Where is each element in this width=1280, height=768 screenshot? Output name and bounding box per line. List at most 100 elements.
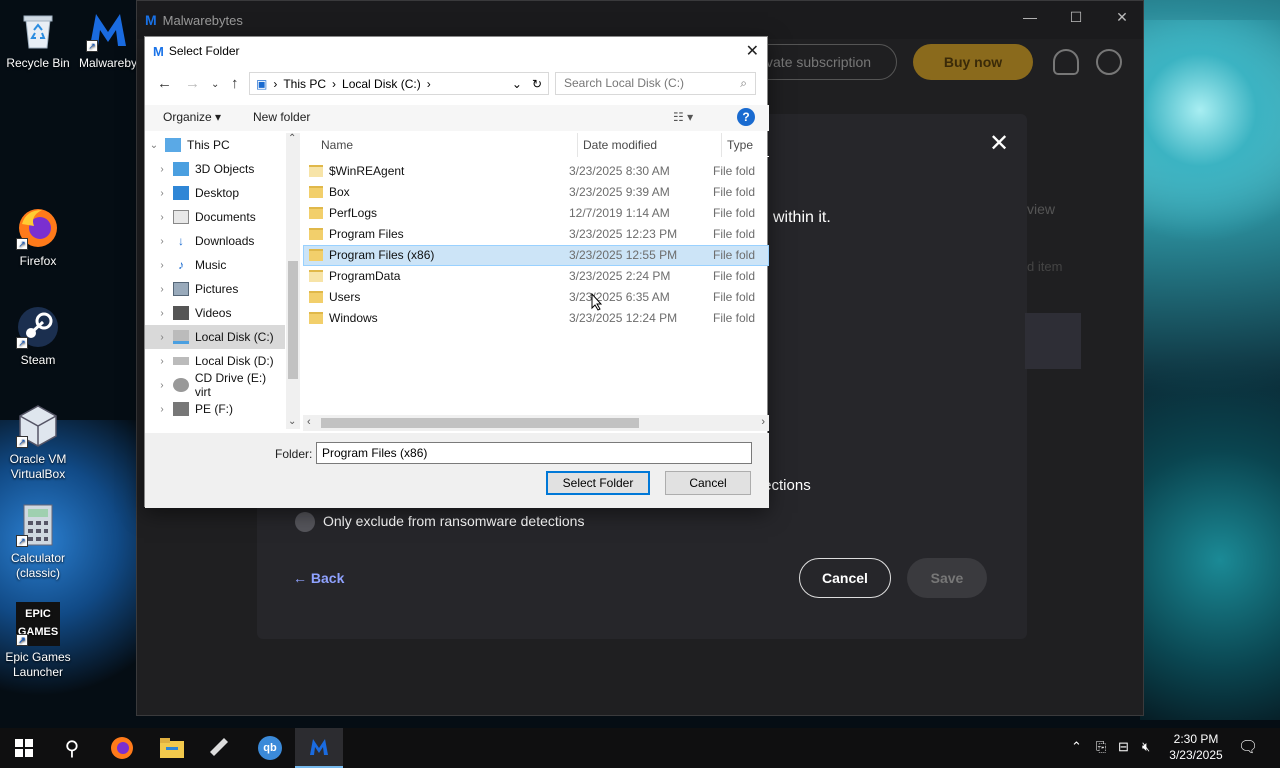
file-name: $WinREAgent — [329, 164, 405, 178]
scroll-up-icon[interactable]: ⌃ — [288, 133, 296, 144]
tree-item-label: Local Disk (C:) — [195, 330, 274, 344]
cancel-button[interactable]: Cancel — [665, 471, 751, 495]
tree-item-local-disk-c[interactable]: › Local Disk (C:) — [145, 325, 285, 349]
tree-item-pe-f[interactable]: › PE (F:) — [145, 397, 285, 421]
scroll-down-icon[interactable]: ⌄ — [288, 416, 296, 427]
tree-item-documents[interactable]: › Documents — [145, 205, 285, 229]
back-arrow-icon[interactable]: ← — [157, 75, 172, 92]
scroll-right-icon[interactable]: › — [761, 416, 765, 428]
firefox-taskbar-icon[interactable] — [98, 728, 146, 768]
modal-text-view: view — [1027, 201, 1056, 217]
chevron-right-icon: › — [160, 379, 164, 391]
cd-drive-icon — [172, 378, 189, 392]
recent-dropdown-icon[interactable]: ⌄ — [211, 79, 219, 90]
file-row[interactable]: ProgramData 3/23/2025 2:24 PM File fold — [303, 266, 769, 287]
buy-now-button[interactable]: Buy now — [913, 44, 1033, 80]
start-button[interactable] — [0, 728, 48, 768]
desktop-icon-label: Calculator (classic) — [10, 551, 66, 580]
tree-item-downloads[interactable]: › ↓ Downloads — [145, 229, 285, 253]
tree-item-3d-objects[interactable]: › 3D Objects — [145, 157, 285, 181]
file-row-selected[interactable]: Program Files (x86) 3/23/2025 12:55 PM Fil… — [303, 245, 769, 266]
dialog-titlebar: M Select Folder — [145, 37, 767, 65]
modal-cancel-button[interactable]: Cancel — [799, 558, 891, 598]
tree-item-music[interactable]: › ♪ Music — [145, 253, 285, 277]
desktop-icon-malwarebytes[interactable]: ↗ Malwareby — [70, 8, 146, 71]
desktop-icon-label: Oracle VM VirtualBox — [9, 452, 67, 481]
file-type: File fold — [713, 185, 756, 199]
tree-item-this-pc[interactable]: ⌄ This PC — [145, 133, 285, 157]
chevron-up-icon[interactable]: ⌃ — [1071, 739, 1082, 755]
address-bar[interactable]: ▣ › This PC › Local Disk (C:) › ⌄ ↻ — [249, 72, 549, 95]
file-row[interactable]: Program Files 3/23/2025 12:23 PM File fold — [303, 224, 769, 245]
ransomware-radio[interactable] — [295, 512, 315, 532]
device-icon[interactable]: ⎘ — [1096, 739, 1106, 755]
address-dropdown-icon[interactable]: ⌄ — [512, 77, 522, 91]
file-row[interactable]: Users 3/23/2025 6:35 AM File fold — [303, 287, 769, 308]
tree-item-pictures[interactable]: › Pictures — [145, 277, 285, 301]
search-icon[interactable]: ⚲ — [48, 728, 96, 768]
desktop-icon-calculator[interactable]: ↗ Calculator (classic) — [0, 503, 76, 581]
minimize-icon[interactable]: — — [1015, 9, 1045, 25]
refresh-icon[interactable]: ↻ — [532, 77, 542, 91]
column-name[interactable]: Name — [321, 138, 353, 152]
tree-scrollbar[interactable]: ⌃ ⌄ — [286, 133, 300, 429]
notification-icon[interactable]: 🗨︎ — [1238, 737, 1258, 757]
bell-icon[interactable] — [1053, 49, 1079, 75]
dialog-close-icon[interactable]: ✕ — [746, 41, 759, 61]
back-label: Back — [310, 570, 345, 586]
modal-close-icon[interactable]: ✕ — [989, 129, 1009, 158]
usb-tool-icon[interactable] — [196, 728, 244, 768]
search-box[interactable]: Search Local Disk (C:) ⌕ — [555, 72, 756, 95]
arrow-left-icon: ← — [293, 570, 311, 586]
organize-menu[interactable]: Organize ▾ — [163, 110, 221, 124]
desktop-icon-firefox[interactable]: ↗ Firefox — [0, 206, 76, 269]
volume-muted-icon[interactable]: 🔇︎ — [1142, 739, 1150, 755]
desktop-icon-virtualbox[interactable]: ↗ Oracle VM VirtualBox — [0, 404, 76, 482]
download-icon: ↓ — [178, 234, 184, 248]
back-button[interactable]: ← Back — [293, 570, 344, 586]
column-date-modified[interactable]: Date modified — [583, 138, 657, 152]
scroll-thumb[interactable] — [288, 261, 298, 379]
folder-name-input[interactable]: Program Files (x86) — [316, 442, 752, 464]
tree-item-local-disk-d[interactable]: › Local Disk (D:) — [145, 349, 285, 373]
maximize-icon[interactable]: ☐ — [1061, 9, 1091, 26]
file-explorer-icon[interactable] — [148, 728, 196, 768]
account-icon[interactable] — [1096, 49, 1122, 75]
file-row[interactable]: PerfLogs 12/7/2019 1:14 AM File fold — [303, 203, 769, 224]
view-options-icon[interactable]: ☷ ▾ — [673, 110, 693, 124]
help-icon[interactable]: ? — [737, 108, 755, 126]
file-list-hscrollbar[interactable]: ‹ › — [303, 415, 769, 431]
scroll-thumb[interactable] — [321, 418, 639, 428]
breadcrumb-local-disk[interactable]: Local Disk (C:) — [342, 77, 421, 91]
select-folder-button[interactable]: Select Folder — [546, 471, 650, 495]
network-icon[interactable]: ⊟ — [1118, 739, 1129, 755]
qbittorrent-icon[interactable]: qb — [246, 728, 294, 768]
desktop-icon-recycle-bin[interactable]: Recycle Bin — [0, 8, 76, 71]
shortcut-arrow-icon: ↗ — [16, 436, 28, 448]
tree-item-videos[interactable]: › Videos — [145, 301, 285, 325]
scroll-left-icon[interactable]: ‹ — [307, 416, 311, 428]
malwarebytes-taskbar-icon[interactable] — [295, 728, 343, 768]
document-icon — [173, 210, 189, 224]
file-list: Name ⌃ Date modified Type $WinREAgent 3/2… — [303, 133, 769, 415]
column-type[interactable]: Type — [727, 138, 753, 152]
desktop-icon-steam[interactable]: ↗ Steam — [0, 305, 76, 368]
up-arrow-icon[interactable]: ↑ — [231, 75, 239, 92]
usb-drive-icon — [173, 402, 189, 416]
tree-item-desktop[interactable]: › Desktop — [145, 181, 285, 205]
forward-arrow-icon[interactable]: → — [185, 75, 200, 92]
pictures-icon — [173, 282, 189, 296]
new-folder-button[interactable]: New folder — [253, 110, 310, 124]
file-row[interactable]: $WinREAgent 3/23/2025 8:30 AM File fold — [303, 161, 769, 182]
close-icon[interactable]: ✕ — [1107, 9, 1137, 26]
file-date: 3/23/2025 12:23 PM — [569, 227, 678, 241]
file-row[interactable]: Windows 3/23/2025 12:24 PM File fold — [303, 308, 769, 329]
modal-save-button[interactable]: Save — [907, 558, 987, 598]
chevron-right-icon: › — [160, 259, 164, 271]
clock[interactable]: 2:30 PM 3/23/2025 — [1166, 731, 1226, 763]
desktop-icon-epic-games[interactable]: EPIC GAMES ↗ Epic Games Launcher — [0, 602, 76, 680]
tree-item-label: CD Drive (E:) virt — [194, 371, 267, 399]
file-row[interactable]: Box 3/23/2025 9:39 AM File fold — [303, 182, 769, 203]
breadcrumb-this-pc[interactable]: This PC — [283, 77, 326, 91]
tree-item-cd-drive[interactable]: › CD Drive (E:) virt — [145, 371, 285, 399]
